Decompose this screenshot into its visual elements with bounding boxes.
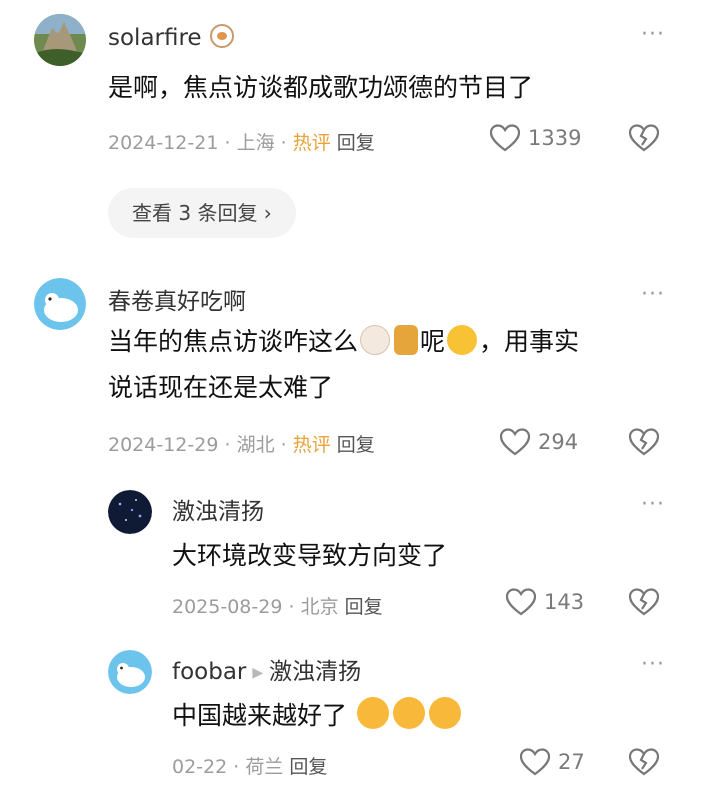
- comment-text: 当年的焦点访谈咋这么呢，用事实: [108, 325, 580, 356]
- reply-button[interactable]: 回复: [337, 434, 375, 456]
- like-button[interactable]: 143: [505, 588, 585, 616]
- reply-text: 中国越来越好了: [172, 696, 463, 736]
- broken-heart-icon: [628, 588, 660, 616]
- like-count: 143: [544, 590, 585, 614]
- reply-item: foobar ▶ 激浊清扬 ··· 中国越来越好了 02-22 · 荷兰 回复 27: [0, 640, 701, 800]
- reply-item: 激浊清扬 ··· 大环境改变导致方向变了 2025-08-29 · 北京 回复 …: [0, 480, 701, 640]
- dislike-button[interactable]: [628, 748, 660, 780]
- heart-outline-icon: [519, 748, 551, 776]
- comment-location: 上海: [236, 132, 275, 154]
- username[interactable]: 春卷真好吃啊: [108, 282, 246, 316]
- comment-text-line2: 说话现在还是太难了: [108, 373, 334, 402]
- comment-text: 是啊，焦点访谈都成歌功颂德的节目了: [108, 73, 534, 102]
- dislike-button[interactable]: [628, 588, 660, 620]
- cow-emoji-icon: [360, 325, 391, 355]
- reply-button[interactable]: 回复: [337, 132, 375, 154]
- angry-emoji-icon: [392, 697, 425, 729]
- angry-emoji-icon: [428, 697, 461, 729]
- username[interactable]: 激浊清扬: [172, 492, 264, 526]
- avatar[interactable]: [34, 14, 86, 66]
- comment-meta: 2024-12-21 · 上海 · 热评 回复: [108, 132, 375, 154]
- beer-emoji-icon: [394, 325, 419, 355]
- like-count: 27: [558, 750, 585, 774]
- dislike-button[interactable]: [628, 124, 660, 156]
- hot-badge: 热评: [292, 434, 331, 456]
- comment-item: 春卷真好吃啊 ··· 当年的焦点访谈咋这么呢，用事实 说话现在还是太难了 202…: [0, 260, 701, 480]
- like-count: 1339: [528, 126, 582, 150]
- dislike-button[interactable]: [628, 428, 660, 460]
- reply-location: 北京: [300, 596, 339, 618]
- more-dots-icon[interactable]: ···: [641, 282, 665, 307]
- like-button[interactable]: 1339: [489, 124, 582, 152]
- avatar[interactable]: [34, 278, 86, 330]
- reply-date: 2025-08-29: [172, 596, 283, 618]
- angry-emoji-icon: [356, 697, 389, 729]
- avatar[interactable]: [108, 490, 152, 534]
- more-dots-icon[interactable]: ···: [641, 492, 665, 517]
- reply-to-user[interactable]: 激浊清扬: [269, 659, 361, 685]
- username-text: solarfire: [108, 25, 202, 51]
- reply-button[interactable]: 回复: [289, 756, 327, 778]
- laugh-cry-emoji-icon: [447, 325, 478, 355]
- heart-outline-icon: [499, 428, 531, 456]
- like-button[interactable]: 294: [499, 428, 579, 456]
- reply-meta: 2025-08-29 · 北京 回复: [172, 596, 383, 618]
- more-dots-icon[interactable]: ···: [641, 652, 665, 677]
- reply-button[interactable]: 回复: [345, 596, 383, 618]
- comment-item: solarfire ··· 是啊，焦点访谈都成歌功颂德的节目了 2024-12-…: [0, 0, 701, 260]
- heart-outline-icon: [489, 124, 521, 152]
- reply-date: 02-22: [172, 756, 228, 778]
- comment-meta: 2024-12-29 · 湖北 · 热评 回复: [108, 434, 375, 456]
- more-dots-icon[interactable]: ···: [641, 22, 665, 47]
- reply-meta: 02-22 · 荷兰 回复: [172, 756, 328, 778]
- broken-heart-icon: [628, 124, 660, 152]
- comment-date: 2024-12-21: [108, 132, 219, 154]
- heart-outline-icon: [505, 588, 537, 616]
- like-button[interactable]: 27: [519, 748, 585, 776]
- broken-heart-icon: [628, 748, 660, 776]
- user-badge-icon: [209, 24, 234, 48]
- view-replies-button[interactable]: 查看 3 条回复 ›: [108, 188, 296, 238]
- reply-text: 大环境改变导致方向变了: [172, 541, 448, 570]
- username-text: foobar: [172, 659, 247, 685]
- hot-badge: 热评: [292, 132, 331, 154]
- reply-location: 荷兰: [245, 756, 284, 778]
- avatar[interactable]: [108, 650, 152, 694]
- comment-date: 2024-12-29: [108, 434, 219, 456]
- reply-arrow-icon: ▶: [252, 664, 264, 681]
- broken-heart-icon: [628, 428, 660, 456]
- username[interactable]: solarfire: [108, 24, 234, 51]
- username[interactable]: foobar ▶ 激浊清扬: [172, 652, 361, 686]
- like-count: 294: [538, 430, 579, 454]
- comment-location: 湖北: [236, 434, 275, 456]
